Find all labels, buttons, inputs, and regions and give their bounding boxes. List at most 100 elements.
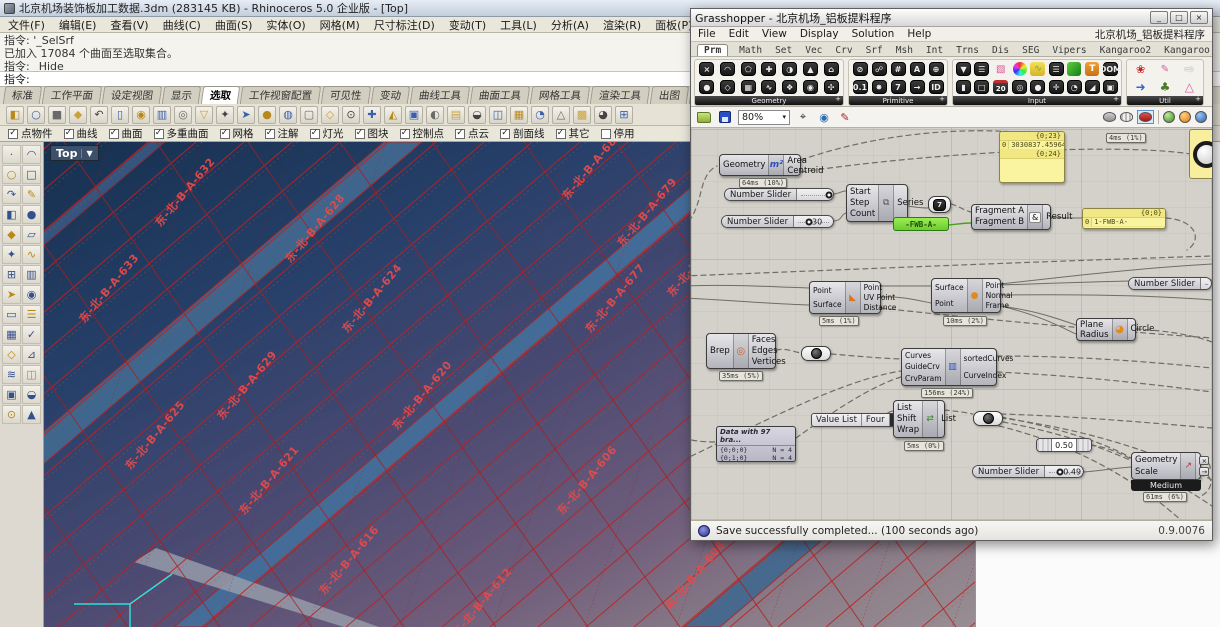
component-icon-0-7[interactable]: ∿: [761, 80, 776, 94]
rhino-sidebar-icon-17[interactable]: ☰: [22, 305, 41, 324]
remote-control-icon[interactable]: [1195, 111, 1207, 123]
component-icon-2-12[interactable]: [1067, 62, 1081, 76]
rhino-toolbar-icon-8[interactable]: ◎: [174, 106, 192, 124]
param-uv-point[interactable]: UV Point: [864, 293, 897, 302]
gh-tab-9[interactable]: Dis: [990, 45, 1011, 56]
param-vertices[interactable]: Vertices: [752, 357, 786, 367]
gh-component-shift-list[interactable]: List Shift Wrap ⇄ List: [893, 400, 945, 438]
preview-shaded-selected[interactable]: [1137, 110, 1154, 124]
param-frame[interactable]: Frame: [986, 301, 1013, 310]
checkbox-icon[interactable]: [556, 129, 566, 139]
component-icon-0-8[interactable]: ◑: [782, 62, 797, 76]
param-fragment-a[interactable]: Fragment A: [975, 206, 1024, 216]
gh-menu-0[interactable]: File: [698, 28, 716, 40]
gh-menu-1[interactable]: Edit: [729, 28, 749, 40]
checkbox-icon[interactable]: [154, 129, 164, 139]
param-wrap[interactable]: Wrap: [897, 425, 919, 435]
rhino-sidebar-icon-16[interactable]: ▭: [2, 305, 21, 324]
gh-tab-4[interactable]: Crv: [833, 45, 854, 56]
param-guide-curve[interactable]: GuideCrv: [905, 362, 942, 371]
component-icon-1-6[interactable]: A: [910, 62, 925, 76]
zoom-level-select[interactable]: 80% ▾: [738, 110, 790, 125]
gh-menu-5[interactable]: Help: [907, 28, 931, 40]
rhino-menu-12[interactable]: 面板(P): [655, 17, 692, 33]
rhino-menu-4[interactable]: 曲面(S): [215, 17, 253, 33]
rhino-sidebar-icon-11[interactable]: ∿: [22, 245, 41, 264]
rhino-sidebar-icon-9[interactable]: ▱: [22, 225, 41, 244]
filter-item-3[interactable]: 多重曲面: [154, 126, 209, 141]
rhino-toolbar-icon-11[interactable]: ➤: [237, 106, 255, 124]
filter-item-7[interactable]: 图块: [355, 126, 389, 141]
gh-tab-11[interactable]: Vipers: [1050, 45, 1088, 56]
component-icon-0-12[interactable]: ⌂: [824, 62, 839, 76]
rhino-toolbar-icon-13[interactable]: ◍: [279, 106, 297, 124]
rhino-sidebar-icon-21[interactable]: ⊿: [22, 345, 41, 364]
rhino-toolbar-tab-4[interactable]: 选取: [201, 86, 241, 104]
component-icon-2-3[interactable]: □: [974, 80, 989, 94]
checkbox-icon[interactable]: [310, 129, 320, 139]
filter-item-8[interactable]: 控制点: [400, 126, 445, 141]
param-series[interactable]: Series: [897, 198, 923, 208]
component-icon-0-10[interactable]: ▲: [803, 62, 818, 76]
rhino-toolbar-icon-27[interactable]: ▩: [573, 106, 591, 124]
rhino-toolbar-icon-17[interactable]: ✚: [363, 106, 381, 124]
rhino-toolbar-icon-25[interactable]: ◔: [531, 106, 549, 124]
knob-dial[interactable]: [1193, 141, 1213, 168]
gh-component-area[interactable]: Geometry m² Area Centroid: [719, 154, 801, 176]
rhino-toolbar-icon-5[interactable]: ▯: [111, 106, 129, 124]
rhino-toolbar-icon-29[interactable]: ⊞: [615, 106, 633, 124]
component-icon-3-5[interactable]: △: [1181, 79, 1198, 95]
rhino-toolbar-icon-18[interactable]: ◭: [384, 106, 402, 124]
rhino-sidebar-icon-8[interactable]: ◆: [2, 225, 21, 244]
gh-component-deconstruct-brep[interactable]: Brep ◎ Faces Edges Vertices: [706, 333, 776, 369]
rhino-toolbar-icon-24[interactable]: ▦: [510, 106, 528, 124]
component-icon-2-15[interactable]: ◢: [1085, 80, 1100, 94]
param-point[interactable]: Point: [935, 299, 964, 308]
component-icon-2-8[interactable]: ∿: [1030, 62, 1045, 76]
rhino-sidebar-icon-20[interactable]: ◇: [2, 345, 21, 364]
gh-tab-2[interactable]: Set: [773, 45, 794, 56]
component-icon-3-4[interactable]: ⇨: [1181, 61, 1198, 77]
rhino-toolbar-icon-9[interactable]: ▽: [195, 106, 213, 124]
rhino-menu-2[interactable]: 查看(V): [110, 17, 148, 33]
rhino-menu-3[interactable]: 曲线(C): [163, 17, 201, 33]
component-icon-2-0[interactable]: ▼: [956, 62, 971, 76]
component-icon-1-2[interactable]: ☍: [872, 62, 887, 76]
gh-component-concatenate[interactable]: Fragment A Fragment B & Result: [971, 204, 1051, 230]
minimize-button[interactable]: _: [1150, 11, 1168, 24]
param-result[interactable]: Result: [1046, 212, 1072, 222]
rhino-sidebar-icon-22[interactable]: ≋: [2, 365, 21, 384]
output-toggle-icon[interactable]: →: [1199, 467, 1209, 476]
param-list[interactable]: List: [897, 403, 919, 413]
component-icon-1-0[interactable]: ⊘: [853, 62, 868, 76]
slider-grip[interactable]: [825, 191, 832, 198]
rhino-sidebar-icon-14[interactable]: ➤: [2, 285, 21, 304]
gh-component-circle[interactable]: Plane Radius ◕ Circle: [1076, 318, 1136, 341]
filter-item-5[interactable]: 注解: [265, 126, 299, 141]
gh-canvas[interactable]: Geometry m² Area Centroid 64ms (10%) Num…: [691, 128, 1212, 520]
output-toggle-icon[interactable]: ×: [1199, 456, 1209, 465]
rhino-sidebar-icon-2[interactable]: ○: [2, 165, 21, 184]
gh-tab-5[interactable]: Srf: [864, 45, 885, 56]
rhino-toolbar-icon-22[interactable]: ◒: [468, 106, 486, 124]
gh-panel-values[interactable]: {0;23} 03030837.459647 {0;24}: [999, 131, 1065, 183]
param-shift[interactable]: Shift: [897, 414, 919, 424]
param-faces[interactable]: Faces: [752, 335, 786, 345]
gh-tab-6[interactable]: Msh: [894, 45, 915, 56]
rhino-toolbar-tab-9[interactable]: 曲面工具: [469, 86, 530, 104]
rhino-toolbar-tab-6[interactable]: 可见性: [321, 86, 371, 104]
gh-tab-13[interactable]: Kangaroo: [1162, 45, 1212, 56]
filter-item-1[interactable]: 曲线: [64, 126, 98, 141]
param-start[interactable]: Start: [850, 187, 875, 197]
component-icon-2-11[interactable]: ✛: [1049, 80, 1064, 94]
gh-component-evaluate-surface[interactable]: Surface Point ● Point Normal Frame: [931, 278, 1001, 313]
rhino-toolbar-icon-3[interactable]: ◆: [69, 106, 87, 124]
param-surface[interactable]: Surface: [935, 283, 964, 292]
rhino-sidebar-icon-6[interactable]: ◧: [2, 205, 21, 224]
gh-titlebar[interactable]: Grasshopper - 北京机场_铝板提料程序 _ □ ×: [691, 9, 1212, 27]
rhino-sidebar-icon-0[interactable]: ·: [2, 145, 21, 164]
param-count[interactable]: Count: [850, 209, 875, 219]
ribbon-group-expand[interactable]: +: [1113, 95, 1119, 103]
gh-component-scale[interactable]: Geometry Scale ↗ × →: [1131, 452, 1201, 480]
only-draw-selected-icon[interactable]: [1163, 111, 1175, 123]
